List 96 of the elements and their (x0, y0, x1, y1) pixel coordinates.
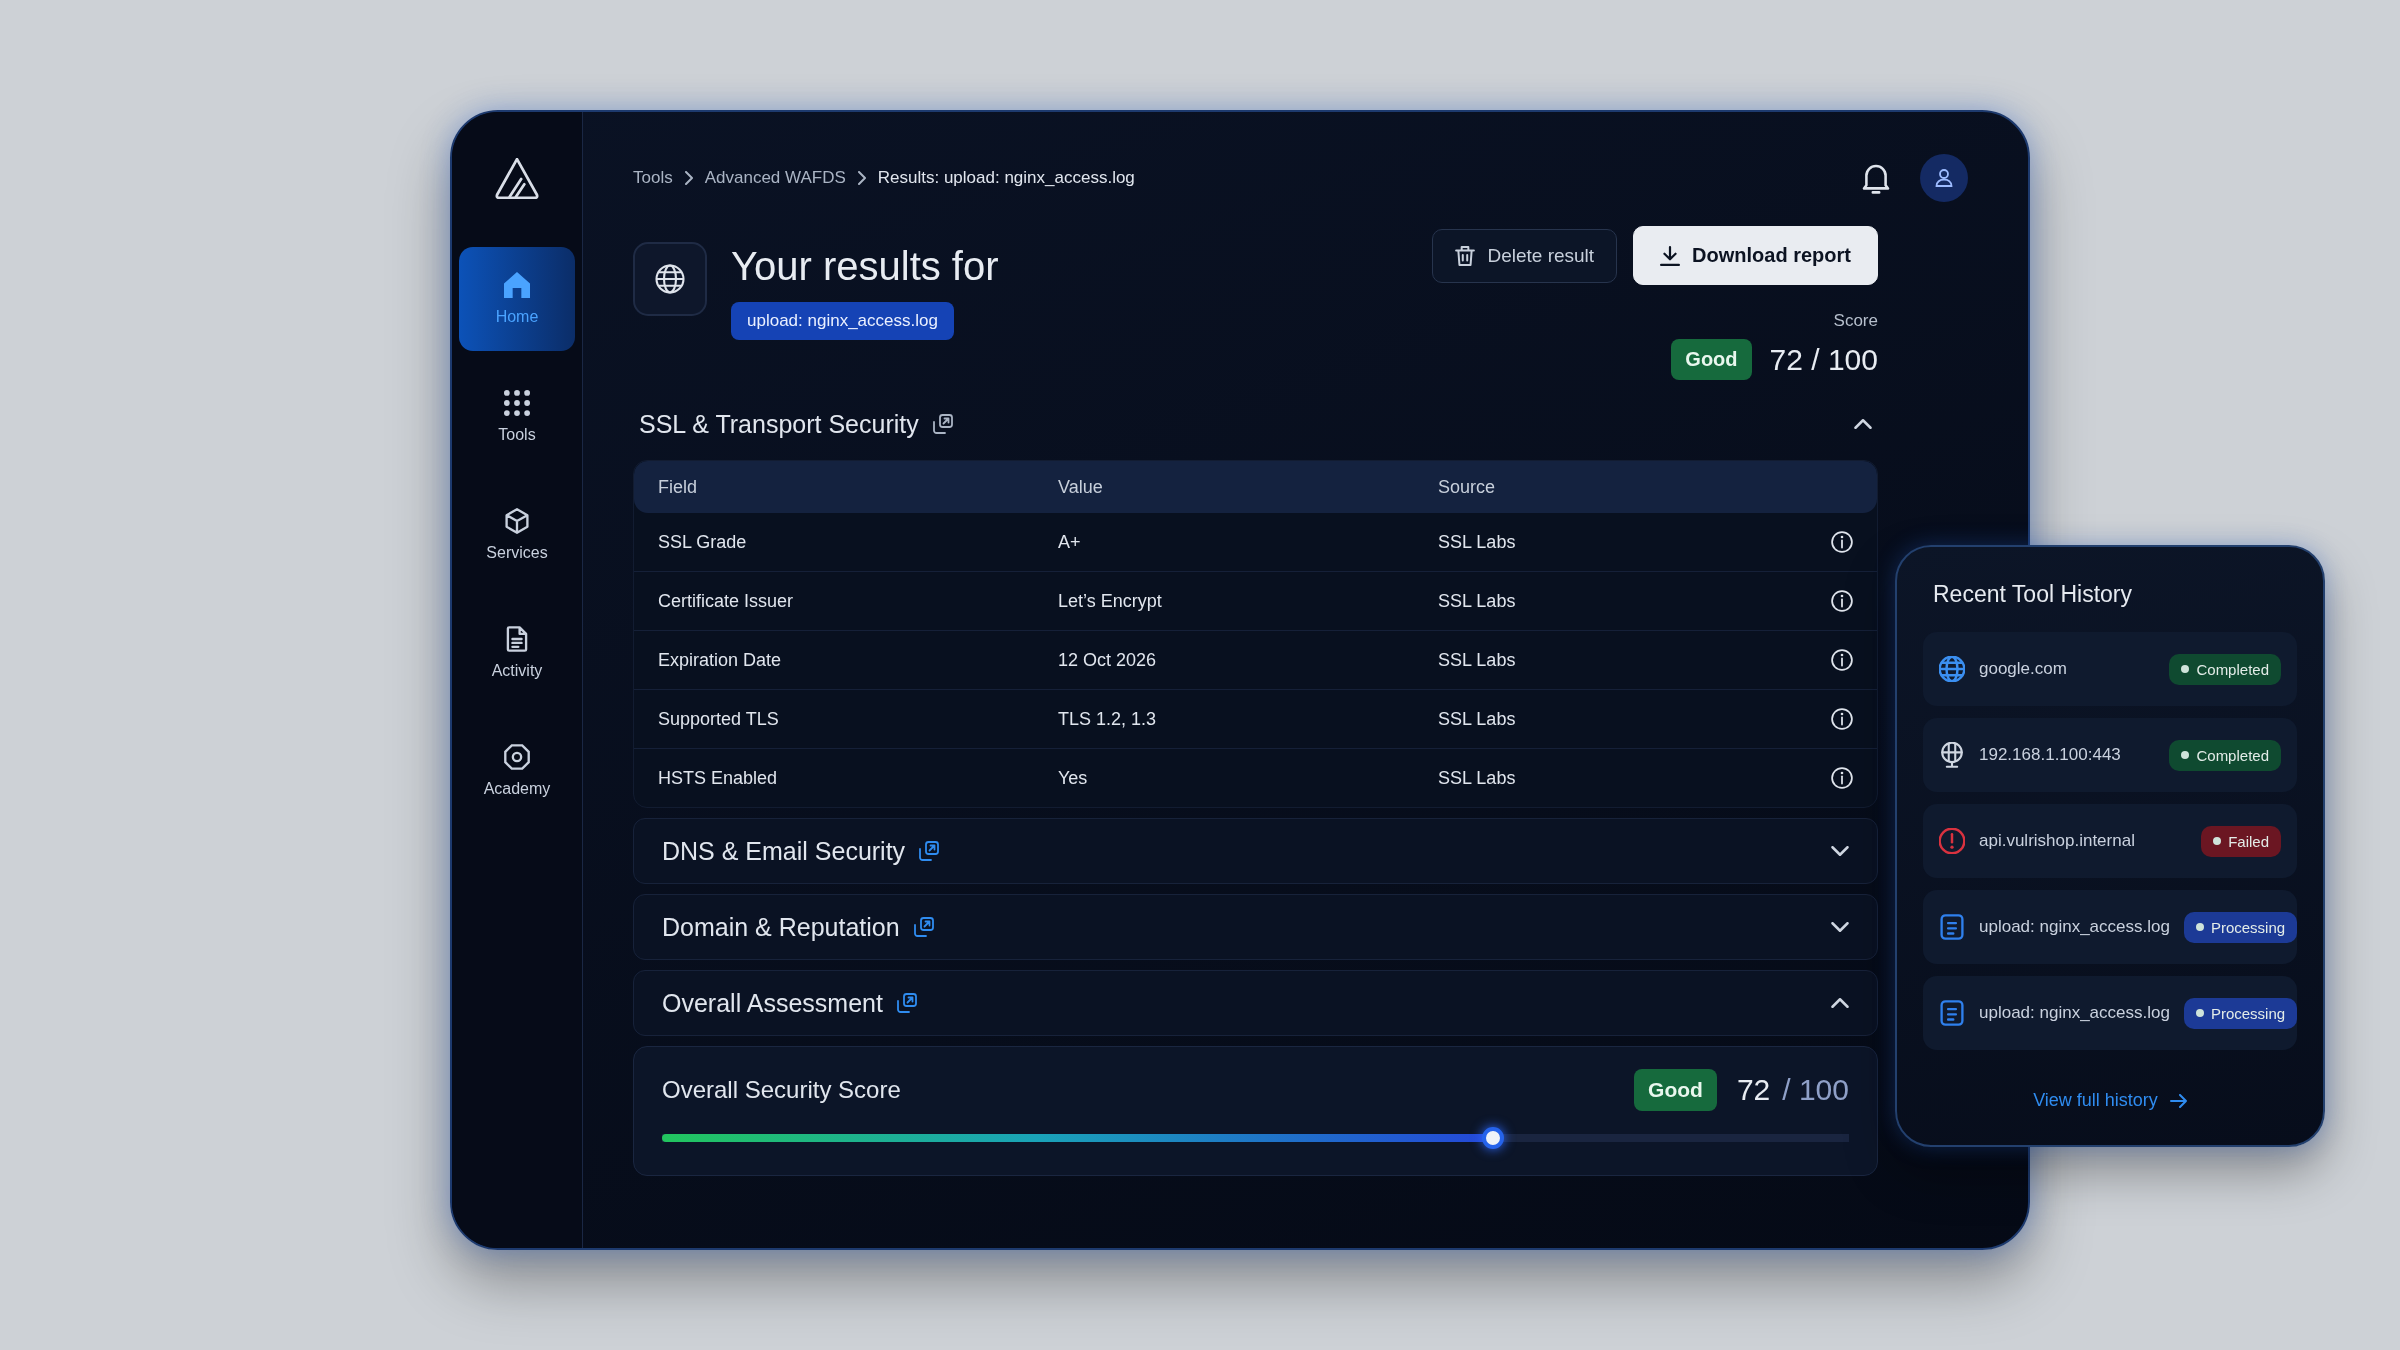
slider-thumb[interactable] (1481, 1127, 1504, 1149)
table-cell-text: Certificate Issuer (658, 590, 795, 612)
history-target: upload: nginx_access.log (1979, 1003, 2170, 1023)
history-item[interactable]: upload: nginx_access.log Processing (1923, 890, 2297, 964)
external-link-icon[interactable] (913, 917, 934, 937)
nav-item[interactable]: Activity (459, 601, 575, 705)
table-cell-text: TLS 1.2, 1.3 (1058, 708, 1158, 730)
alert-icon (1939, 828, 1965, 854)
table-cell-text: HSTS Enabled (658, 767, 779, 789)
notification-bell-icon[interactable] (1862, 162, 1890, 194)
history-title: Recent Tool History (1933, 581, 2133, 608)
target-chip: upload: nginx_access.log (731, 302, 954, 340)
table-cell-text: SSL Labs (1438, 767, 1517, 789)
table-cell-text: Supported TLS (658, 708, 780, 730)
status-label: Completed (2196, 660, 2269, 678)
home-icon (504, 272, 530, 298)
status-dot-icon (2181, 751, 2190, 759)
score-title: Overall Security Score (662, 1076, 901, 1104)
chevron-right-icon (684, 171, 693, 185)
chevron-up-icon[interactable] (1831, 998, 1849, 1008)
file-icon (1939, 1000, 1965, 1026)
accordion-header[interactable]: DNS & Email Security (633, 818, 1878, 884)
table-cell-text: Expiration Date (658, 649, 783, 671)
score-total: / 100 (1782, 1073, 1849, 1107)
file-icon (1939, 914, 1965, 940)
table-cell-text: SSL Labs (1438, 649, 1517, 671)
globe-stand-icon (1939, 742, 1965, 768)
column-header: Field (658, 476, 698, 498)
status-dot-icon (2213, 837, 2222, 845)
column-header: Source (1438, 476, 1497, 498)
table-cell-text: SSL Labs (1438, 708, 1517, 730)
grid-icon (504, 390, 530, 416)
table-cell-text: A+ (1058, 531, 1082, 553)
avatar-icon[interactable] (1920, 154, 1968, 202)
table-cell-text: SSL Grade (658, 531, 748, 553)
status-label: Processing (2210, 918, 2286, 936)
table-cell-text: 12 Oct 2026 (1058, 649, 1158, 671)
globe-icon (1939, 656, 1965, 682)
status-label: Completed (2196, 746, 2269, 764)
accordion-header[interactable]: SSL & Transport Security (633, 398, 1878, 450)
nav-item[interactable]: Academy (459, 719, 575, 823)
delete-result-button[interactable]: Delete result (1432, 228, 1618, 283)
document-icon (504, 626, 530, 652)
external-link-icon[interactable] (919, 841, 940, 861)
globe-icon (633, 242, 707, 316)
history-item[interactable]: api.vulrishop.internal Failed (1923, 804, 2297, 878)
rating-badge: Good (1671, 339, 1752, 380)
breadcrumb-link[interactable]: Advanced WAFDS (704, 168, 846, 188)
table-cell-text: Let’s Encrypt (1058, 590, 1163, 612)
history-item[interactable]: upload: nginx_access.log Processing (1923, 976, 2297, 1050)
rating-badge: Good (1634, 1069, 1717, 1111)
history-target: google.com (1979, 659, 2067, 679)
table-cell-text: SSL Labs (1438, 531, 1517, 553)
accordion-header[interactable]: Domain & Reputation (633, 894, 1878, 960)
history-target: api.vulrishop.internal (1979, 831, 2135, 851)
chevron-right-icon (857, 171, 866, 185)
cube-icon (504, 508, 530, 534)
chevron-down-icon[interactable] (1831, 846, 1849, 856)
score-label: Score (1833, 311, 1878, 331)
status-dot-icon (2195, 923, 2204, 931)
accordion-header[interactable]: Overall Assessment (633, 970, 1878, 1036)
download-report-button[interactable]: Download report (1633, 226, 1878, 285)
page-title: Your results for (731, 243, 999, 290)
table-cell-text: Yes (1058, 767, 1089, 789)
external-link-icon[interactable] (932, 414, 953, 434)
nav-item[interactable]: Services (459, 483, 575, 587)
history-target: upload: nginx_access.log (1979, 917, 2170, 937)
breadcrumb-link[interactable]: Tools (633, 168, 673, 188)
octagon-icon (504, 744, 530, 770)
history-item[interactable]: 192.168.1.100:443 Completed (1923, 718, 2297, 792)
download-icon (1660, 245, 1681, 266)
nav-item[interactable]: Tools (459, 365, 575, 469)
history-target: 192.168.1.100:443 (1979, 745, 2121, 765)
trash-icon (1455, 245, 1476, 266)
view-history-link[interactable]: View full history (2033, 1090, 2187, 1111)
info-icon[interactable] (1831, 767, 1853, 789)
info-icon[interactable] (1831, 531, 1853, 553)
chevron-up-icon[interactable] (1854, 419, 1872, 429)
info-icon[interactable] (1831, 708, 1853, 730)
info-icon[interactable] (1831, 649, 1853, 671)
status-label: Failed (2228, 832, 2269, 850)
external-link-icon[interactable] (896, 993, 917, 1013)
score-value: 72 (1736, 1073, 1771, 1107)
column-header: Value (1058, 476, 1104, 498)
info-icon[interactable] (1831, 590, 1853, 612)
nav-item[interactable]: Home (459, 247, 575, 351)
history-item[interactable]: google.com Completed (1923, 632, 2297, 706)
status-dot-icon (2181, 665, 2190, 673)
logo-icon[interactable] (495, 158, 539, 199)
table-cell-text: SSL Labs (1438, 590, 1517, 612)
score-value: 72 / 100 (1769, 342, 1878, 377)
breadcrumb-current: Results: upload: nginx_access.log (877, 168, 1135, 188)
arrow-right-icon (2169, 1093, 2187, 1108)
status-label: Processing (2210, 1004, 2286, 1022)
status-dot-icon (2195, 1009, 2204, 1017)
chevron-down-icon[interactable] (1831, 922, 1849, 932)
